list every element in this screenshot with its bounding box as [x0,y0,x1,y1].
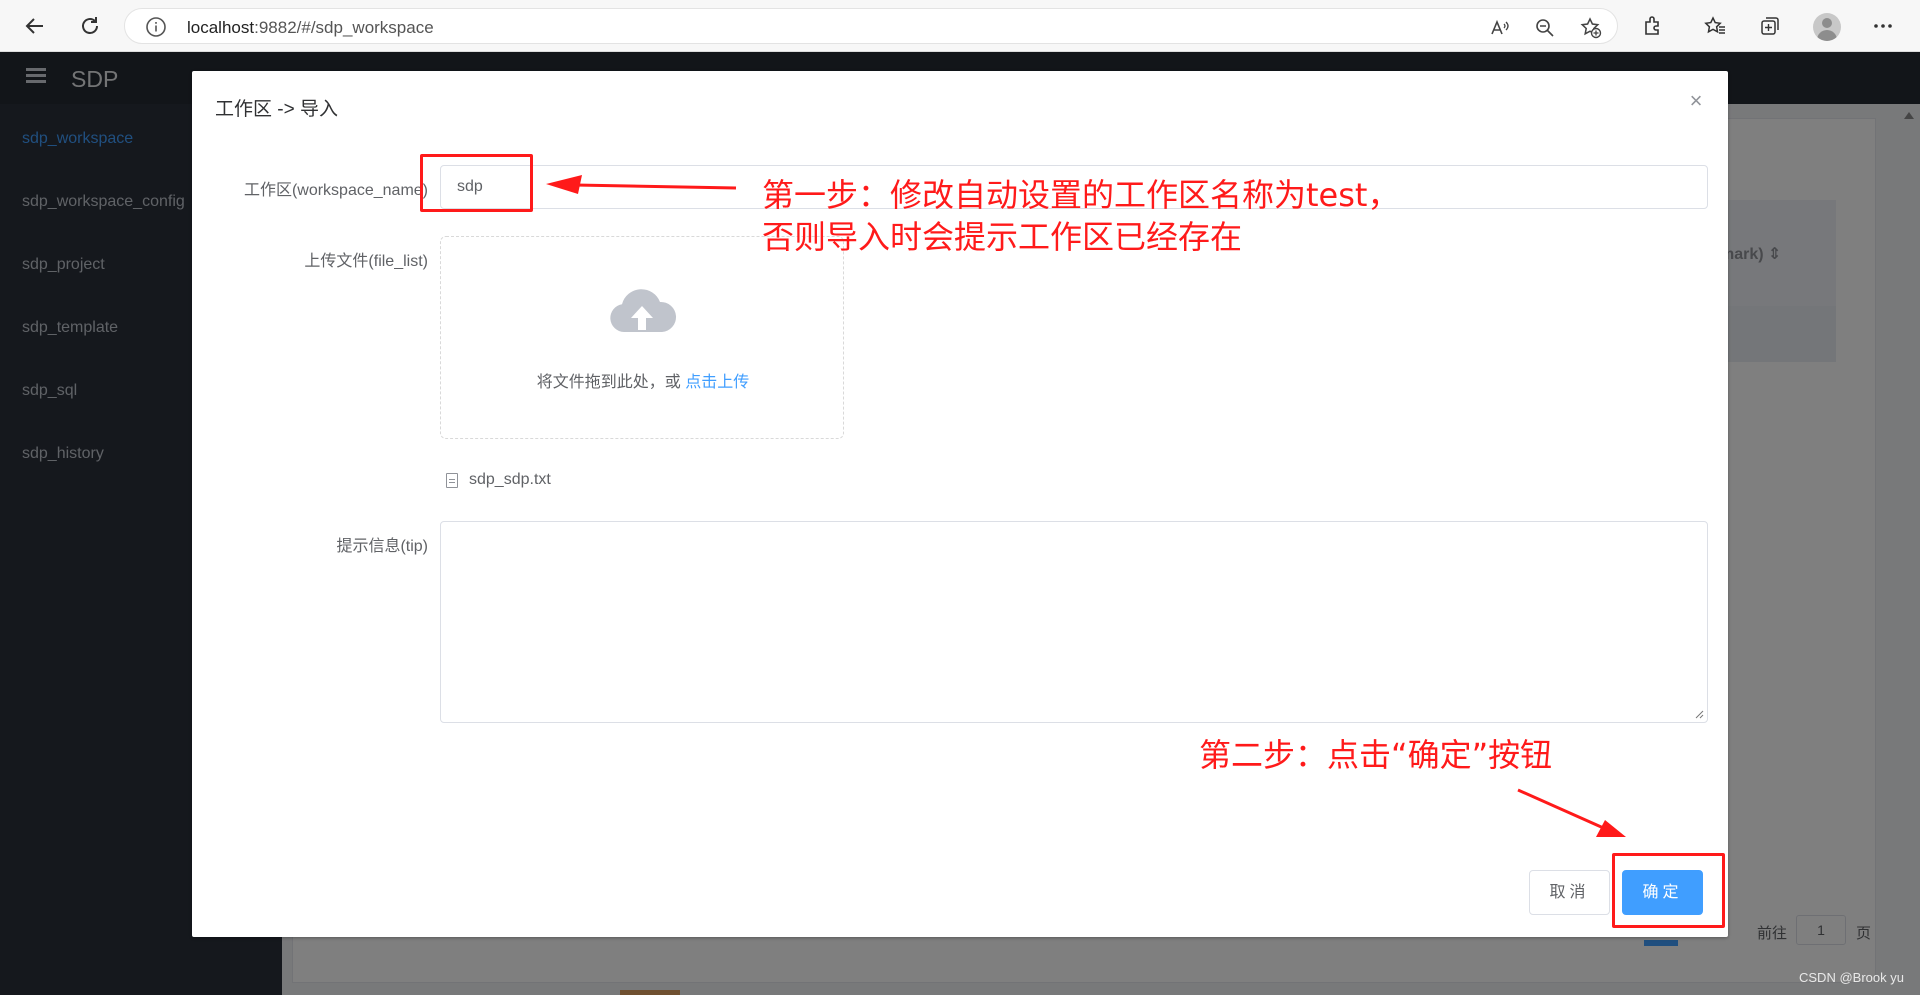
upload-hint-text: 将文件拖到此处，或 [536,374,681,391]
profile-avatar[interactable] [1813,13,1841,41]
cancel-button[interactable]: 取消 [1529,870,1610,915]
info-icon[interactable] [145,16,167,43]
annotation-box-workspace [420,154,533,212]
uploaded-file-item[interactable]: sdp_sdp.txt [446,469,551,491]
avatar-body [1817,30,1837,41]
read-aloud-icon[interactable] [1489,17,1511,39]
dialog-title: 工作区 -> 导入 [215,99,338,120]
upload-link[interactable]: 点击上传 [685,374,749,391]
url-text[interactable]: localhost:9882/#/sdp_workspace [187,18,434,38]
cloud-upload-icon [610,289,677,332]
upload-hint: 将文件拖到此处，或 点击上传 [441,368,845,392]
avatar-head [1822,18,1832,28]
upload-label: 上传文件(file_list) [304,253,428,270]
watermark: CSDN @Brook yu [1799,970,1904,985]
refresh-icon[interactable] [75,11,105,41]
address-bar[interactable]: localhost:9882/#/sdp_workspace [124,8,1618,44]
annotation-box-confirm [1612,853,1725,928]
annotation-step1-line2: 否则导入时会提示工作区已经存在 [762,218,1243,256]
workspace-name-label: 工作区(workspace_name) [243,182,428,199]
more-menu-icon[interactable] [1870,13,1896,39]
tip-textarea[interactable] [440,521,1708,723]
url-host: localhost [187,18,255,37]
zoom-out-icon[interactable] [1534,17,1556,39]
tip-label: 提示信息(tip) [336,538,428,555]
browser-toolbar: localhost:9882/#/sdp_workspace [0,0,1920,52]
resize-handle-icon[interactable] [1694,709,1704,719]
document-icon [446,472,458,488]
file-name: sdp_sdp.txt [469,471,551,488]
annotation-step1-line1: 第一步：修改自动设置的工作区名称为test， [762,176,1400,214]
url-path: :9882/#/sdp_workspace [254,18,434,37]
annotation-step2: 第二步：点击“确定”按钮 [1199,736,1553,774]
collections-icon[interactable] [1757,13,1783,39]
add-favorite-icon[interactable] [1580,17,1602,39]
back-icon[interactable] [20,11,50,41]
upload-dropzone[interactable]: 将文件拖到此处，或 点击上传 [440,236,844,439]
favorites-icon[interactable] [1702,13,1728,39]
extensions-icon[interactable] [1640,13,1666,39]
close-icon[interactable]: × [1686,90,1706,112]
